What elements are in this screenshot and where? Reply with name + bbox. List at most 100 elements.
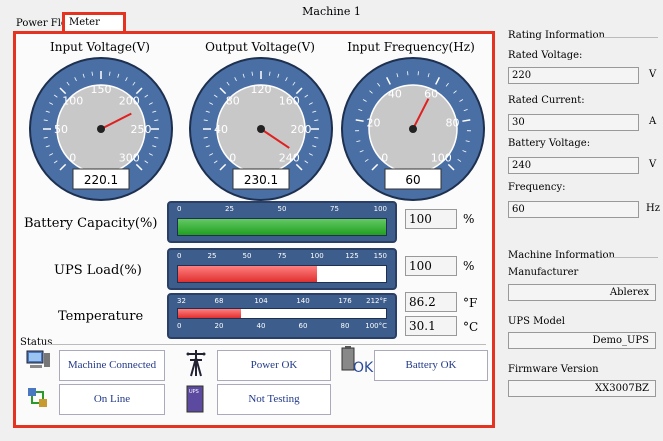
frequency-label: Frequency: bbox=[508, 182, 566, 193]
status-battery-ok: Battery OK bbox=[374, 350, 488, 381]
gauge-tick-label: 20 bbox=[366, 117, 380, 130]
bar-tick-label: 100 bbox=[310, 252, 324, 260]
battery-fill bbox=[178, 219, 386, 235]
bar-tick-label: 60 bbox=[298, 322, 308, 330]
ups-model-label: UPS Model bbox=[508, 316, 565, 327]
battery-capacity-value: 100 bbox=[405, 209, 457, 229]
manufacturer-label: Manufacturer bbox=[508, 267, 579, 278]
rated-current-field: 30 bbox=[508, 114, 639, 131]
bar-tick-label: 75 bbox=[277, 252, 287, 260]
bar-tick-label: 0 bbox=[177, 252, 182, 260]
status-machine-connected: Machine Connected bbox=[59, 350, 165, 381]
rated-current-label: Rated Current: bbox=[508, 95, 585, 106]
ups-device-icon-text: UPS bbox=[189, 389, 199, 395]
gauge-tick-label: 80 bbox=[446, 117, 460, 130]
ups-device-icon: UPS bbox=[184, 384, 206, 414]
output-voltage-gauge: 0 40 80 120 160 200 240230.1 bbox=[189, 57, 333, 201]
battery-ok-icon: OK bbox=[339, 346, 375, 378]
firmware-field: XX3007BZ bbox=[508, 380, 656, 397]
gauge-tick-label: 50 bbox=[54, 123, 68, 136]
frequency-field: 60 bbox=[508, 201, 639, 218]
bar-tick-label: 80 bbox=[340, 322, 350, 330]
rated-voltage-unit: V bbox=[649, 69, 657, 80]
gauge-tick-label: 40 bbox=[388, 87, 402, 100]
bar-tick-label: 25 bbox=[225, 205, 234, 213]
battery-voltage-label: Battery Voltage: bbox=[508, 138, 591, 149]
bar-tick-label: 104 bbox=[254, 297, 268, 305]
battery-voltage-field: 240 bbox=[508, 157, 639, 174]
manufacturer-field: Ablerex bbox=[508, 284, 656, 301]
gauge-tick-label: 0 bbox=[229, 151, 236, 164]
temperature-f-ticks: 32 68 104 140 176 212°F bbox=[177, 297, 387, 307]
gauge-value-readout: 60 bbox=[405, 173, 420, 187]
input-voltage-gauge: 0 50 100 150 200 250 300220.1 bbox=[29, 57, 173, 201]
ups-load-unit: % bbox=[463, 259, 475, 273]
temperature-f-value: 86.2 bbox=[405, 292, 457, 312]
battery-ticks: 0 25 50 75 100 bbox=[177, 205, 387, 215]
bar-tick-label: 40 bbox=[256, 322, 266, 330]
bar-tick-label: 150 bbox=[373, 252, 387, 260]
bar-tick-label: 25 bbox=[207, 252, 217, 260]
ups-load-ticks: 0 25 50 75 100 125 150 bbox=[177, 252, 387, 262]
gauge-hub bbox=[409, 125, 417, 133]
gauge-tick-label: 120 bbox=[251, 83, 272, 96]
ups-load-label: UPS Load(%) bbox=[54, 263, 142, 278]
ups-load-value: 100 bbox=[405, 256, 457, 276]
bar-tick-label: 68 bbox=[214, 297, 224, 305]
frequency-unit: Hz bbox=[646, 203, 660, 214]
gauge-value-readout: 230.1 bbox=[244, 173, 278, 187]
rating-info-title: Rating Information bbox=[508, 30, 605, 41]
computer-network-icon bbox=[24, 349, 52, 375]
online-arrows-icon bbox=[24, 385, 52, 411]
power-tower-icon bbox=[182, 348, 210, 378]
battery-ok-icon-text: OK bbox=[353, 360, 374, 376]
gauge-value-readout: 220.1 bbox=[84, 173, 118, 187]
input-voltage-title: Input Voltage(V) bbox=[50, 40, 150, 54]
gauge-tick-label: 160 bbox=[279, 95, 300, 108]
bar-tick-label: 50 bbox=[242, 252, 252, 260]
machine-info-title: Machine Information bbox=[508, 250, 615, 261]
status-power-ok: Power OK bbox=[217, 350, 331, 381]
battery-capacity-label: Battery Capacity(%) bbox=[24, 216, 158, 231]
status-not-testing: Not Testing bbox=[217, 384, 331, 415]
bar-tick-label: 125 bbox=[345, 252, 359, 260]
battery-capacity-bar: 0 25 50 75 100 bbox=[167, 201, 397, 243]
temperature-label: Temperature bbox=[58, 309, 144, 324]
gauge-tick-label: 200 bbox=[291, 123, 312, 136]
gauge-tick-label: 240 bbox=[279, 151, 300, 164]
gauge-tick-label: 100 bbox=[62, 95, 83, 108]
gauge-tick-label: 40 bbox=[214, 123, 228, 136]
status-title: Status bbox=[20, 337, 53, 348]
temperature-c-unit: °C bbox=[463, 320, 479, 334]
bar-tick-label: 100 bbox=[373, 205, 387, 213]
firmware-label: Firmware Version bbox=[508, 364, 599, 375]
gauge-hub bbox=[257, 125, 265, 133]
ups-load-fill bbox=[178, 266, 317, 282]
temperature-c-value: 30.1 bbox=[405, 316, 457, 336]
bar-tick-label: 32 bbox=[177, 297, 186, 305]
gauge-tick-label: 0 bbox=[69, 151, 76, 164]
meter-panel: Input Voltage(V) Output Voltage(V) Input… bbox=[13, 31, 495, 428]
bar-tick-label: 0 bbox=[177, 205, 182, 213]
rated-voltage-field: 220 bbox=[508, 67, 639, 84]
battery-voltage-unit: V bbox=[649, 159, 657, 170]
gauge-tick-label: 60 bbox=[424, 87, 438, 100]
info-panel: Rating Information Rated Voltage: 220 V … bbox=[498, 30, 663, 430]
gauge-tick-label: 250 bbox=[131, 123, 152, 136]
input-frequency-gauge: 0 20 40 60 80 100 60 bbox=[341, 57, 485, 201]
temperature-f-unit: °F bbox=[463, 296, 478, 310]
battery-unit: % bbox=[463, 212, 475, 226]
gauge-tick-label: 150 bbox=[91, 83, 112, 96]
bar-tick-label: 212°F bbox=[366, 297, 387, 305]
gauge-hub bbox=[97, 125, 105, 133]
input-frequency-title: Input Frequency(Hz) bbox=[347, 40, 475, 54]
rated-current-unit: A bbox=[649, 116, 657, 127]
bar-tick-label: 50 bbox=[277, 205, 287, 213]
gauge-tick-label: 0 bbox=[381, 151, 388, 164]
ups-model-field: Demo_UPS bbox=[508, 332, 656, 349]
ups-load-bar: 0 25 50 75 100 125 150 bbox=[167, 248, 397, 290]
gauge-tick-label: 80 bbox=[226, 95, 240, 108]
bar-tick-label: 0 bbox=[177, 322, 182, 330]
bar-tick-label: 20 bbox=[214, 322, 224, 330]
temperature-fill bbox=[178, 309, 241, 318]
